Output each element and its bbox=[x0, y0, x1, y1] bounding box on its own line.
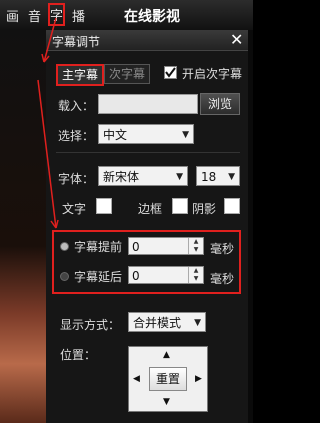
annotation-arrows bbox=[37, 17, 59, 229]
